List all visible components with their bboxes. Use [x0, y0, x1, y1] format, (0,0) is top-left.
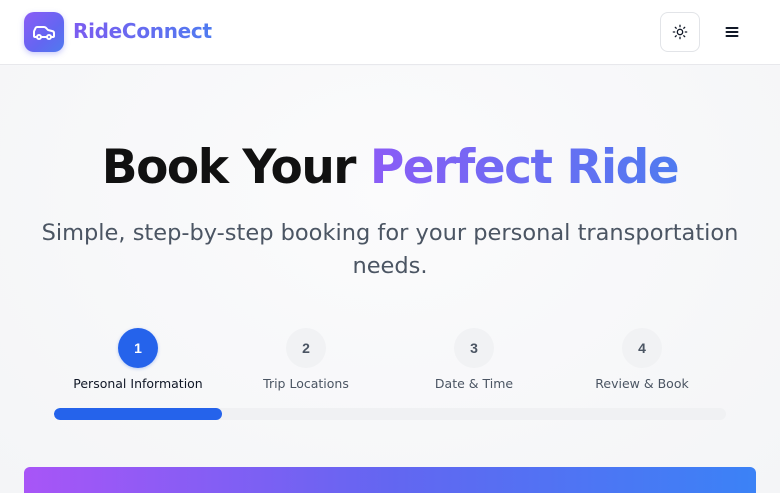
progress-bar [54, 408, 726, 420]
theme-toggle-button[interactable] [660, 12, 700, 52]
step-number: 1 [118, 328, 158, 368]
hero-title: Book Your Perfect Ride [0, 140, 780, 195]
step-number: 4 [622, 328, 662, 368]
step-review-book[interactable]: 4 Review & Book [552, 328, 732, 391]
step-number: 2 [286, 328, 326, 368]
hero-subtitle: Simple, step-by-step booking for your pe… [41, 220, 739, 279]
hero-title-plain: Book Your [101, 140, 370, 195]
progress-fill [54, 408, 222, 420]
step-trip-locations[interactable]: 2 Trip Locations [216, 328, 396, 391]
sun-icon [672, 24, 688, 40]
step-date-time[interactable]: 3 Date & Time [384, 328, 564, 391]
brand-name[interactable]: RideConnect [73, 19, 212, 43]
step-label: Personal Information [73, 376, 203, 391]
step-label: Date & Time [434, 376, 514, 391]
step-personal-information[interactable]: 1 Personal Information [48, 328, 228, 391]
top-header: RideConnect [0, 0, 780, 65]
hamburger-menu-icon [725, 27, 739, 37]
form-card-header [24, 467, 756, 493]
step-number: 3 [454, 328, 494, 368]
menu-button[interactable] [712, 12, 752, 52]
car-icon [33, 26, 55, 40]
step-label: Trip Locations [263, 376, 349, 391]
logo-badge[interactable] [24, 12, 64, 52]
step-label: Review & Book [595, 376, 689, 391]
hero-title-accent: Perfect Ride [369, 140, 680, 195]
